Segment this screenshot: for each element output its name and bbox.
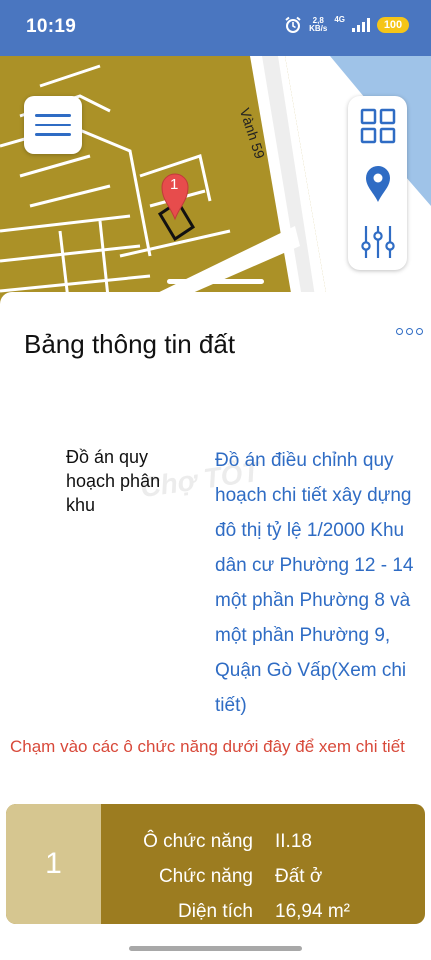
filter-button[interactable] (348, 214, 407, 270)
menu-icon-line (35, 123, 71, 127)
function-cell-details: Ô chức năng II.18 Chức năng Đất ở Diện tíc… (101, 804, 425, 924)
network-type: 4G (334, 14, 345, 24)
menu-icon-line (35, 133, 71, 136)
sheet-title: Bảng thông tin đất (24, 329, 236, 359)
function-row: Diện tích 16,94 m² (178, 900, 350, 922)
home-indicator[interactable] (129, 946, 302, 951)
status-icons: 2,8 KB/s 4G 100 (284, 14, 409, 34)
network-speed: 2,8 KB/s (309, 16, 328, 33)
zoning-plan-label: Đồ án quy hoạch phân khu (66, 447, 161, 515)
function-cell-card[interactable]: 1 Ô chức năng II.18 Chức năng Đất ở Diện t… (6, 804, 425, 924)
location-pin-icon (365, 166, 390, 202)
alarm-icon (285, 16, 301, 33)
layers-button[interactable] (348, 98, 407, 154)
menu-icon-line (35, 114, 71, 117)
sliders-icon (360, 226, 395, 258)
instruction-text: Chạm vào các ô chức năng dưới đây để xem… (10, 737, 405, 756)
function-cell-number: 1 (6, 804, 101, 924)
zoning-plan-link[interactable]: Đồ án điều chỉnh quy hoạch chi tiết xây … (215, 443, 431, 723)
status-time: 10:19 (26, 16, 77, 37)
marker-label[interactable]: 1 (170, 176, 178, 193)
location-button[interactable] (348, 156, 407, 212)
map-tool-panel (348, 96, 407, 270)
land-info-sheet: Bảng thông tin đất Chợ TỐT Đồ án quy hoạ… (0, 279, 431, 960)
function-row: Ô chức năng II.18 (143, 830, 312, 852)
status-bar: 10:19 2,8 KB/s 4G 100 (0, 0, 431, 56)
function-row: Chức năng Đất ở (158, 865, 323, 887)
more-options-icon[interactable] (396, 328, 423, 335)
sheet-drag-handle[interactable] (167, 279, 264, 284)
menu-button[interactable] (24, 96, 82, 154)
grid-icon (360, 108, 395, 144)
battery-indicator: 100 (377, 17, 409, 33)
signal-icon (352, 18, 370, 32)
